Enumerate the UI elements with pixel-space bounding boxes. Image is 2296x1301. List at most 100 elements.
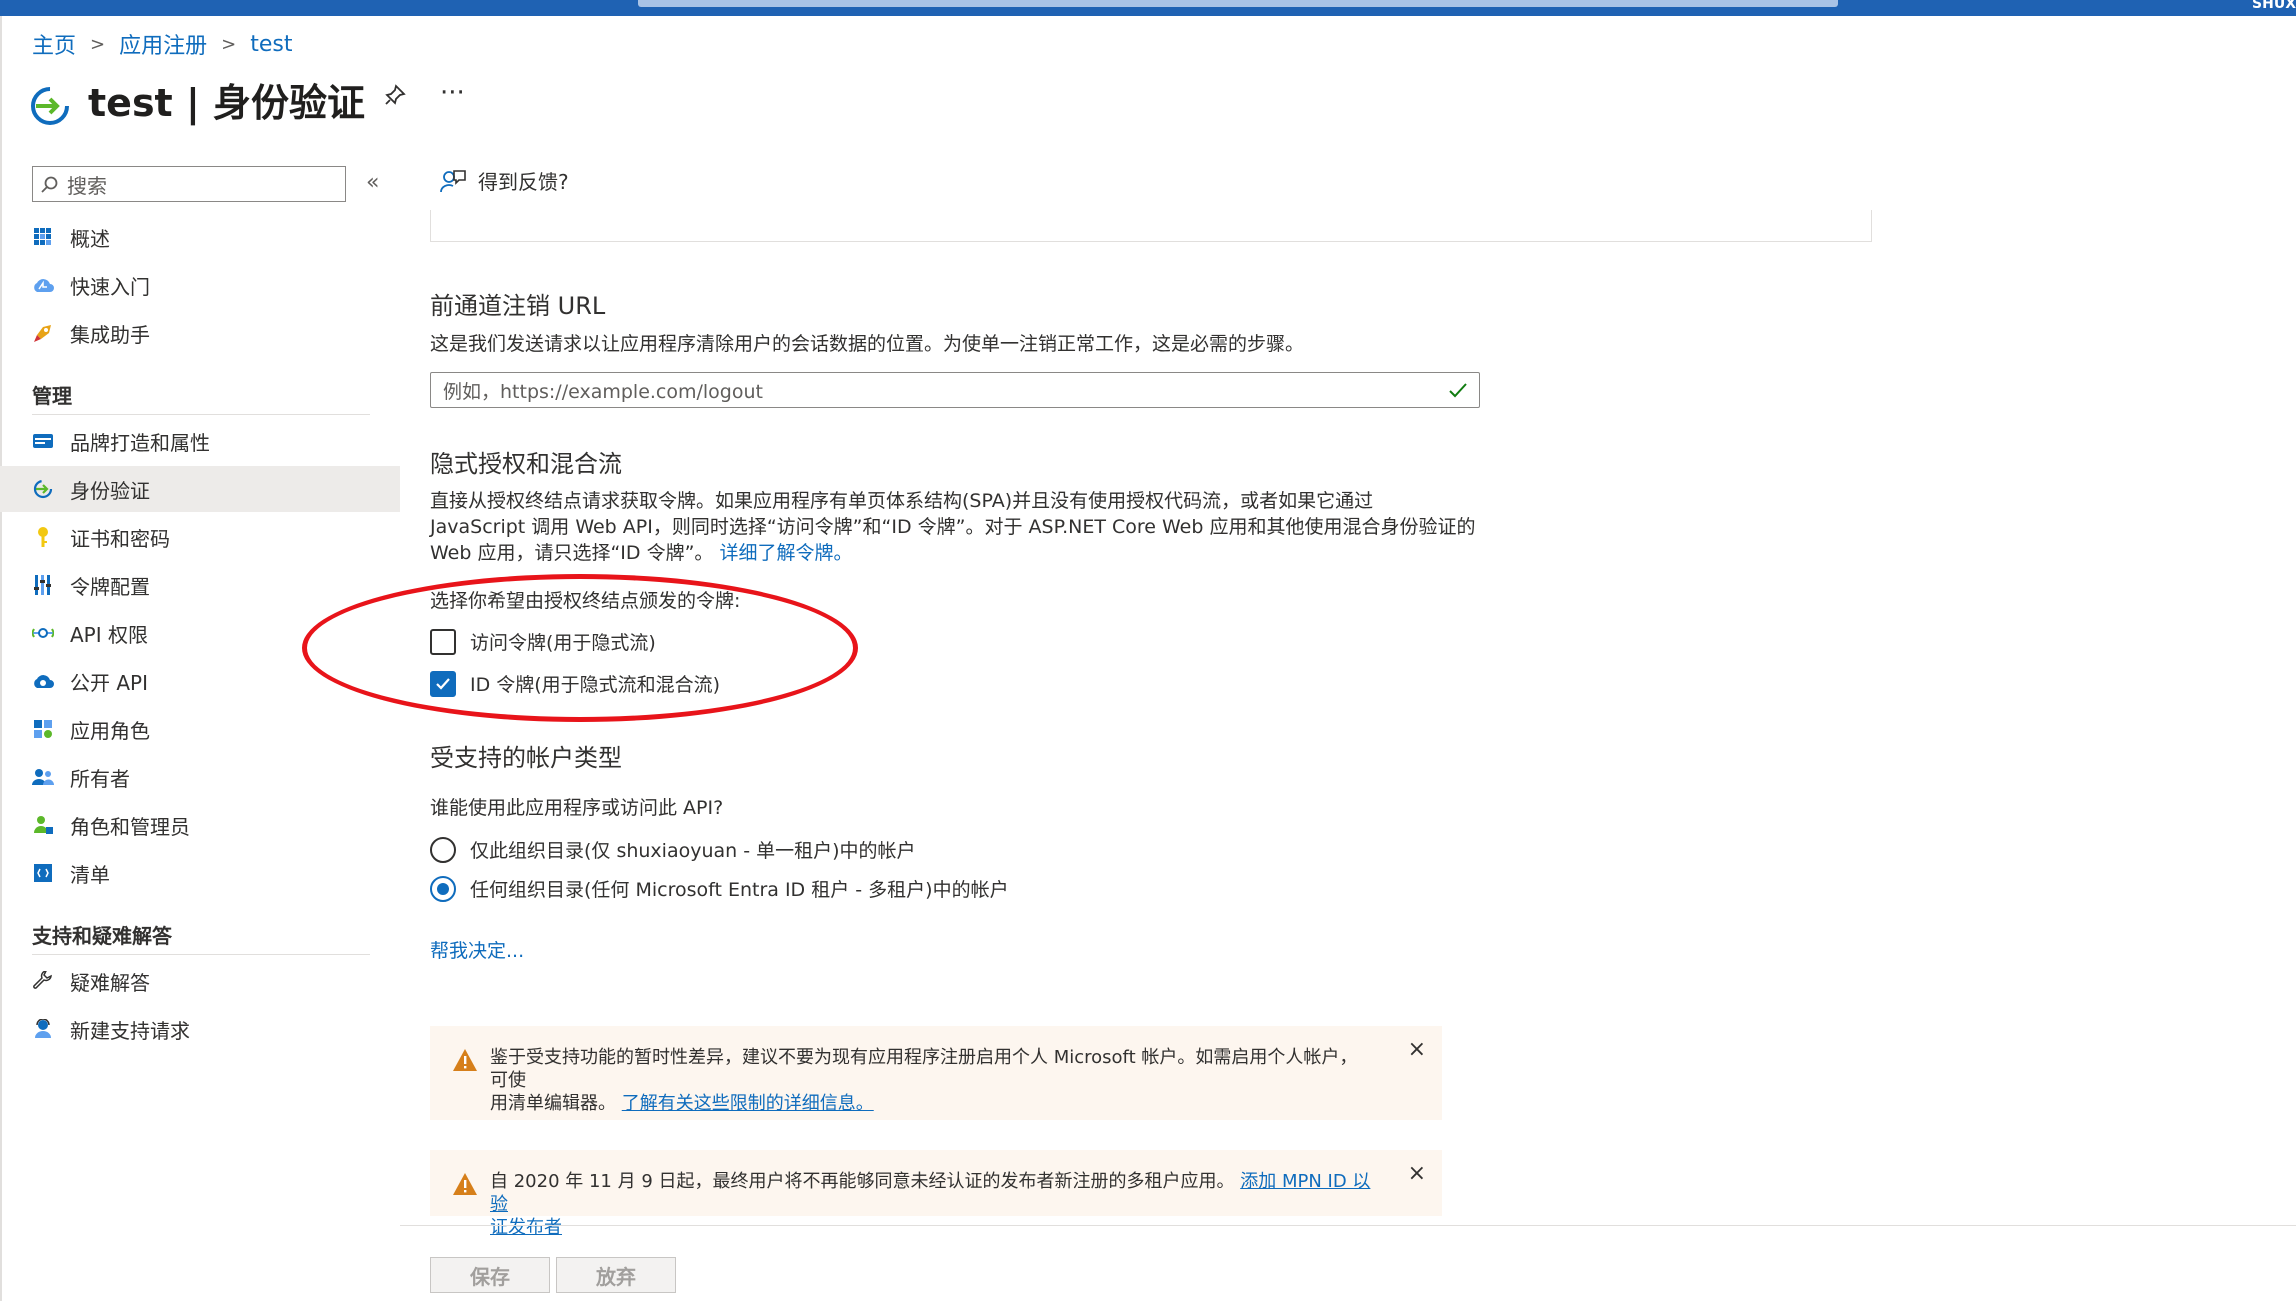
access-token-checkbox-row[interactable]: 访问令牌(用于隐式流)	[430, 628, 656, 655]
sidebar-item-api-permissions[interactable]: API 权限	[0, 610, 400, 656]
overview-grid-icon	[32, 226, 54, 248]
warning-banner-publisher: 自 2020 年 11 月 9 日起，最终用户将不再能够同意未经认证的发布者新注…	[430, 1150, 1442, 1238]
sidebar-item-label: 令牌配置	[70, 574, 150, 599]
feedback-button[interactable]: 得到反馈?	[440, 166, 569, 195]
sidebar-item-label: 品牌打造和属性	[70, 430, 210, 455]
account-types-question: 谁能使用此应用程序或访问此 API?	[430, 797, 724, 819]
logout-url-description: 这是我们发送请求以让应用程序清除用户的会话数据的位置。为使单一注销正常工作，这是…	[430, 333, 1305, 355]
sidebar-item-label: 集成助手	[70, 322, 150, 347]
main-content: 得到反馈? 前通道注销 URL 这是我们发送请求以让应用程序清除用户的会话数据的…	[400, 160, 2296, 1301]
multi-tenant-label: 任何组织目录(任何 Microsoft Entra ID 租户 - 多租户)中的…	[470, 879, 1009, 901]
warning1-line1: 鉴于受支持功能的暂时性差异，建议不要为现有应用程序注册启用个人 Microsof…	[490, 1047, 1358, 1091]
sidebar-item-token-config[interactable]: 令牌配置	[0, 562, 400, 608]
implicit-desc-line2: JavaScript 调用 Web API，则同时选择“访问令牌”和“ID 令牌…	[430, 516, 1476, 538]
feedback-icon	[440, 169, 466, 192]
checkmark-icon	[1449, 383, 1467, 398]
implicit-grant-description: 直接从授权终结点请求获取令牌。如果应用程序有单页体系结构(SPA)并且没有使用授…	[430, 488, 1490, 566]
wrench-icon	[32, 970, 54, 992]
previous-section-box	[430, 210, 1872, 242]
sidebar-item-manifest[interactable]: 清单	[0, 850, 400, 896]
sidebar-item-quickstart[interactable]: 快速入门	[0, 262, 400, 308]
section-divider	[32, 954, 370, 955]
id-token-checkbox[interactable]	[430, 670, 456, 697]
multi-tenant-radio[interactable]	[430, 875, 456, 902]
access-token-checkbox[interactable]	[430, 628, 456, 655]
help-me-decide-link[interactable]: 帮我决定...	[430, 938, 524, 964]
portal-top-bar: SHUX	[0, 0, 2296, 16]
sidebar-item-troubleshoot[interactable]: 疑难解答	[0, 958, 400, 1004]
close-icon[interactable]: ×	[1408, 1038, 1426, 1061]
cloud-quickstart-icon	[32, 274, 54, 296]
sidebar-item-label: 证书和密码	[70, 526, 170, 551]
sidebar-item-label: 快速入门	[70, 274, 150, 299]
key-icon	[32, 526, 54, 548]
id-token-checkbox-row[interactable]: ID 令牌(用于隐式流和混合流)	[430, 670, 720, 697]
implicit-grant-heading: 隐式授权和混合流	[430, 450, 622, 478]
manifest-icon	[32, 862, 54, 884]
section-manage-heading: 管理	[32, 384, 72, 408]
authentication-icon	[32, 478, 54, 500]
search-placeholder: 搜索	[67, 173, 107, 198]
page-title: test | 身份验证	[88, 80, 366, 125]
sidebar-search-input[interactable]: 搜索	[32, 166, 346, 202]
sidebar-item-label: 公开 API	[70, 670, 148, 695]
app-roles-icon	[32, 718, 54, 740]
limitations-details-link[interactable]: 了解有关这些限制的详细信息。	[622, 1093, 874, 1114]
support-person-icon	[32, 1018, 54, 1040]
sidebar-item-app-roles[interactable]: 应用角色	[0, 706, 400, 752]
breadcrumb: 主页 > 应用注册 > test	[32, 28, 292, 60]
sidebar-item-label: 新建支持请求	[70, 1018, 190, 1043]
sidebar-item-owners[interactable]: 所有者	[0, 754, 400, 800]
sidebar-item-overview[interactable]: 概述	[0, 214, 400, 260]
breadcrumb-home[interactable]: 主页	[32, 28, 76, 60]
pin-icon[interactable]	[384, 84, 406, 112]
save-button[interactable]: 保存	[430, 1257, 550, 1293]
owners-icon	[32, 766, 54, 788]
multi-tenant-radio-row[interactable]: 任何组织目录(任何 Microsoft Entra ID 租户 - 多租户)中的…	[430, 875, 1009, 902]
discard-button[interactable]: 放弃	[556, 1257, 676, 1293]
sidebar-item-label: 疑难解答	[70, 970, 150, 995]
logout-url-heading: 前通道注销 URL	[430, 292, 606, 320]
section-divider	[32, 414, 370, 415]
sidebar-item-label: 所有者	[70, 766, 130, 791]
warning-icon	[453, 1049, 477, 1071]
warning-banner-personal-accounts: 鉴于受支持功能的暂时性差异，建议不要为现有应用程序注册启用个人 Microsof…	[430, 1026, 1442, 1120]
verify-publisher-link[interactable]: 证发布者	[490, 1216, 1372, 1239]
chevron-right-icon: >	[90, 33, 106, 55]
single-tenant-radio[interactable]	[430, 836, 456, 863]
sidebar-item-label: 身份验证	[70, 478, 150, 503]
sidebar-item-integration-assistant[interactable]: 集成助手	[0, 310, 400, 356]
branding-card-icon	[32, 430, 54, 452]
sidebar-item-branding[interactable]: 品牌打造和属性	[0, 418, 400, 464]
warning1-line2: 用清单编辑器。	[490, 1093, 616, 1114]
sidebar-item-label: 概述	[70, 226, 110, 251]
section-support-heading: 支持和疑难解答	[32, 924, 172, 948]
breadcrumb-current[interactable]: test	[250, 32, 292, 57]
single-tenant-radio-row[interactable]: 仅此组织目录(仅 shuxiaoyuan - 单一租户)中的帐户	[430, 836, 916, 863]
global-search-bar[interactable]	[638, 0, 1838, 7]
sidebar-item-authentication[interactable]: 身份验证	[0, 466, 400, 512]
sidebar-item-label: 清单	[70, 862, 110, 887]
footer-divider	[400, 1225, 2296, 1226]
account-types-heading: 受支持的帐户类型	[430, 744, 622, 772]
user-account-label[interactable]: SHUX	[2252, 0, 2296, 12]
sidebar-item-label: 角色和管理员	[70, 814, 190, 839]
sidebar-item-expose-api[interactable]: 公开 API	[0, 658, 400, 704]
feedback-label: 得到反馈?	[478, 170, 569, 194]
breadcrumb-app-registrations[interactable]: 应用注册	[119, 28, 207, 60]
close-icon[interactable]: ×	[1408, 1162, 1426, 1185]
cloud-api-icon	[32, 670, 54, 692]
rocket-icon	[32, 322, 54, 344]
sidebar-item-certificates[interactable]: 证书和密码	[0, 514, 400, 560]
authentication-icon	[31, 87, 69, 125]
collapse-sidebar-icon[interactable]: «	[366, 170, 379, 195]
sidebar-item-roles-admins[interactable]: 角色和管理员	[0, 802, 400, 848]
access-token-label: 访问令牌(用于隐式流)	[470, 632, 656, 654]
warning2-text: 自 2020 年 11 月 9 日起，最终用户将不再能够同意未经认证的发布者新注…	[490, 1171, 1235, 1192]
sidebar-item-new-support-request[interactable]: 新建支持请求	[0, 1006, 400, 1052]
warning-icon	[453, 1173, 477, 1195]
sidebar-item-label: 应用角色	[70, 718, 150, 743]
more-options-icon[interactable]: ···	[440, 78, 465, 108]
logout-url-input[interactable]: 例如，https://example.com/logout	[430, 372, 1480, 408]
learn-tokens-link[interactable]: 详细了解令牌。	[719, 542, 852, 564]
